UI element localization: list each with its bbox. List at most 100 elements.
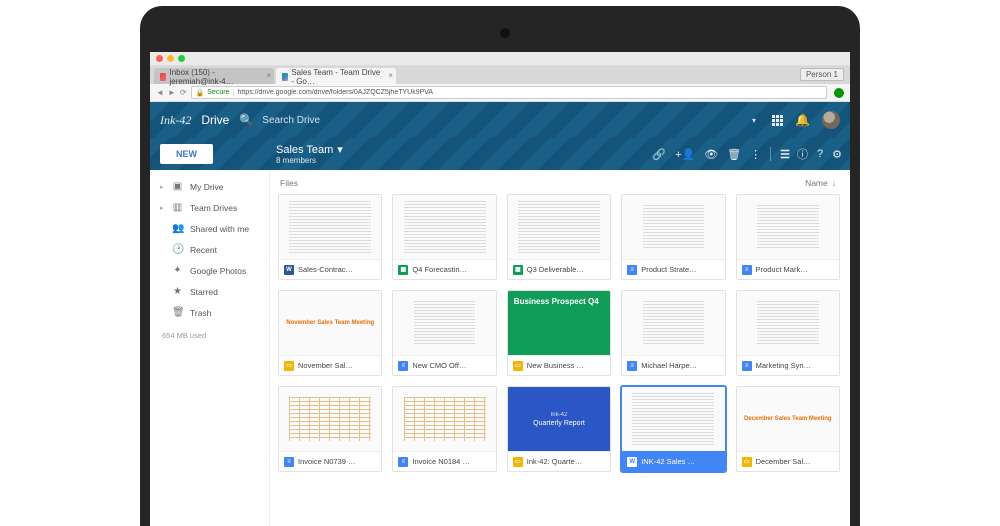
- file-name: Q4 Forecastin…: [412, 265, 467, 274]
- file-card[interactable]: November Sales Team Meeting▭November Sal…: [278, 290, 382, 376]
- sidebar-item-team-drives[interactable]: ▸▥Team Drives: [150, 197, 269, 218]
- sidebar-item-shared-with-me[interactable]: 👥Shared with me: [150, 218, 269, 239]
- sidebar-item-trash[interactable]: 🗑Trash: [150, 302, 269, 323]
- drive-favicon-icon: [282, 73, 288, 81]
- forward-icon[interactable]: ►: [168, 88, 176, 97]
- apps-grid-icon[interactable]: [772, 115, 783, 126]
- folder-title-block[interactable]: Sales Team ▾ 8 members: [270, 143, 652, 165]
- maximize-window-icon[interactable]: [178, 55, 185, 62]
- sidebar-item-icon: 🕑: [172, 244, 183, 255]
- sidebar-item-label: My Drive: [190, 182, 224, 192]
- search-placeholder: Search Drive: [262, 115, 320, 126]
- browser-tab-inbox[interactable]: Inbox (150) - jeremiah@ink-4… ×: [154, 68, 274, 84]
- file-thumbnail: Business Prospect Q4: [508, 291, 610, 355]
- file-type-icon: ≡: [627, 361, 637, 371]
- file-card[interactable]: ▦Q3 Deliverable…: [507, 194, 611, 280]
- account-avatar[interactable]: [822, 111, 840, 129]
- file-card[interactable]: ≡Invoice N0184 …: [392, 386, 496, 472]
- file-card[interactable]: ≡Product Mark…: [736, 194, 840, 280]
- add-member-icon[interactable]: +👤: [675, 148, 695, 161]
- header-icons: 🔔: [772, 111, 840, 129]
- file-footer: ≡Invoice N0739 …: [279, 451, 381, 471]
- sidebar-item-icon: 👥: [172, 223, 183, 234]
- file-type-icon: ≡: [398, 361, 408, 371]
- notifications-icon[interactable]: 🔔: [795, 113, 810, 127]
- url-field[interactable]: 🔒 Secure | https://drive.google.com/driv…: [191, 86, 827, 99]
- file-card[interactable]: ▦Q4 Forecastin…: [392, 194, 496, 280]
- search-options-caret-icon[interactable]: ▾: [752, 116, 756, 125]
- expand-caret-icon: ▸: [160, 183, 165, 191]
- file-footer: ≡ Michael Harpe…: [622, 355, 724, 375]
- gmail-favicon-icon: [160, 73, 166, 81]
- file-card[interactable]: ≡New CMO Off…: [392, 290, 496, 376]
- file-thumbnail: [393, 291, 495, 355]
- sidebar-item-label: Team Drives: [190, 203, 237, 213]
- file-name: Product Strate…: [641, 265, 696, 274]
- sidebar-item-my-drive[interactable]: ▸▣My Drive: [150, 176, 269, 197]
- expand-caret-icon: ▸: [160, 204, 165, 212]
- more-options-icon[interactable]: ⋮: [750, 148, 761, 161]
- extension-icon[interactable]: [834, 88, 844, 98]
- file-type-icon: ≡: [742, 265, 752, 275]
- tab-label: Sales Team - Team Drive - Go…: [291, 68, 382, 86]
- browser-profile-chip[interactable]: Person 1: [800, 68, 844, 81]
- file-footer: ▭New Business …: [508, 355, 610, 375]
- sidebar: ▸▣My Drive▸▥Team Drives👥Shared with me🕑R…: [150, 170, 270, 526]
- file-card[interactable]: ≡ Michael Harpe…: [621, 290, 725, 376]
- file-thumbnail: [393, 387, 495, 451]
- files-grid: WSales-Contrac…▦Q4 Forecastin… ▦Q3 Delive…: [278, 194, 840, 472]
- help-icon[interactable]: ?: [817, 148, 823, 160]
- browser-tab-drive[interactable]: Sales Team - Team Drive - Go… ×: [276, 68, 396, 84]
- file-thumbnail: Ink-42Quarterly Report: [508, 387, 610, 451]
- product-name: Drive: [201, 113, 229, 127]
- file-thumbnail: [737, 195, 839, 259]
- file-thumbnail: November Sales Team Meeting: [279, 291, 381, 355]
- preview-icon[interactable]: 👁: [704, 148, 718, 161]
- brand-logo[interactable]: Ink-42: [160, 113, 191, 128]
- chevron-down-icon: ▾: [337, 143, 343, 156]
- get-link-icon[interactable]: 🔗: [652, 148, 666, 161]
- file-card[interactable]: WINK-42 Sales …: [621, 386, 725, 472]
- file-footer: ≡Product Mark…: [737, 259, 839, 279]
- reload-icon[interactable]: ⟳: [180, 88, 187, 97]
- file-card[interactable]: ≡Invoice N0739 …: [278, 386, 382, 472]
- folder-name: Sales Team: [276, 144, 333, 156]
- sidebar-item-recent[interactable]: 🕑Recent: [150, 239, 269, 260]
- file-type-icon: W: [284, 265, 294, 275]
- close-tab-icon[interactable]: ×: [266, 71, 271, 80]
- file-card[interactable]: ≡Product Strate…: [621, 194, 725, 280]
- file-type-icon: ≡: [284, 457, 294, 467]
- close-window-icon[interactable]: [156, 55, 163, 62]
- sidebar-item-google-photos[interactable]: ✦Google Photos: [150, 260, 269, 281]
- sidebar-item-starred[interactable]: ★Starred: [150, 281, 269, 302]
- file-name: Michael Harpe…: [641, 361, 697, 370]
- file-card[interactable]: ≡Marketing Syn…: [736, 290, 840, 376]
- info-icon[interactable]: ⓘ: [797, 146, 808, 162]
- content-area: Files Name ↓ WSales-Contrac…▦Q4 Forecast…: [270, 170, 850, 526]
- search-bar[interactable]: 🔍 Search Drive ▾: [239, 109, 762, 131]
- sort-control[interactable]: Name ↓: [805, 178, 836, 188]
- file-card[interactable]: December Sales Team Meeting▭December Sal…: [736, 386, 840, 472]
- file-thumbnail: [622, 291, 724, 355]
- members-count: 8 members: [276, 156, 652, 165]
- file-footer: WINK-42 Sales …: [622, 451, 724, 471]
- main-area: ▸▣My Drive▸▥Team Drives👥Shared with me🕑R…: [150, 170, 850, 526]
- list-view-icon[interactable]: ☰: [780, 148, 788, 161]
- settings-icon[interactable]: ⚙: [832, 148, 842, 161]
- tab-label: Inbox (150) - jeremiah@ink-4…: [169, 68, 260, 86]
- close-tab-icon[interactable]: ×: [388, 71, 393, 80]
- file-thumbnail: [737, 291, 839, 355]
- file-card[interactable]: Ink-42Quarterly Report▭Ink-42: Quarte…: [507, 386, 611, 472]
- minimize-window-icon[interactable]: [167, 55, 174, 62]
- file-card[interactable]: Business Prospect Q4▭New Business …: [507, 290, 611, 376]
- drive-header: Ink-42 Drive 🔍 Search Drive ▾ 🔔: [150, 102, 850, 138]
- file-footer: ▭Ink-42: Quarte…: [508, 451, 610, 471]
- delete-icon[interactable]: 🗑: [727, 148, 741, 161]
- browser-tabstrip: Inbox (150) - jeremiah@ink-4… × Sales Te…: [150, 66, 850, 84]
- file-footer: ▭December Sal…: [737, 451, 839, 471]
- file-name: New Business …: [527, 361, 584, 370]
- file-card[interactable]: WSales-Contrac…: [278, 194, 382, 280]
- new-button[interactable]: NEW: [160, 144, 213, 164]
- back-icon[interactable]: ◄: [156, 88, 164, 97]
- file-footer: ▦Q3 Deliverable…: [508, 259, 610, 279]
